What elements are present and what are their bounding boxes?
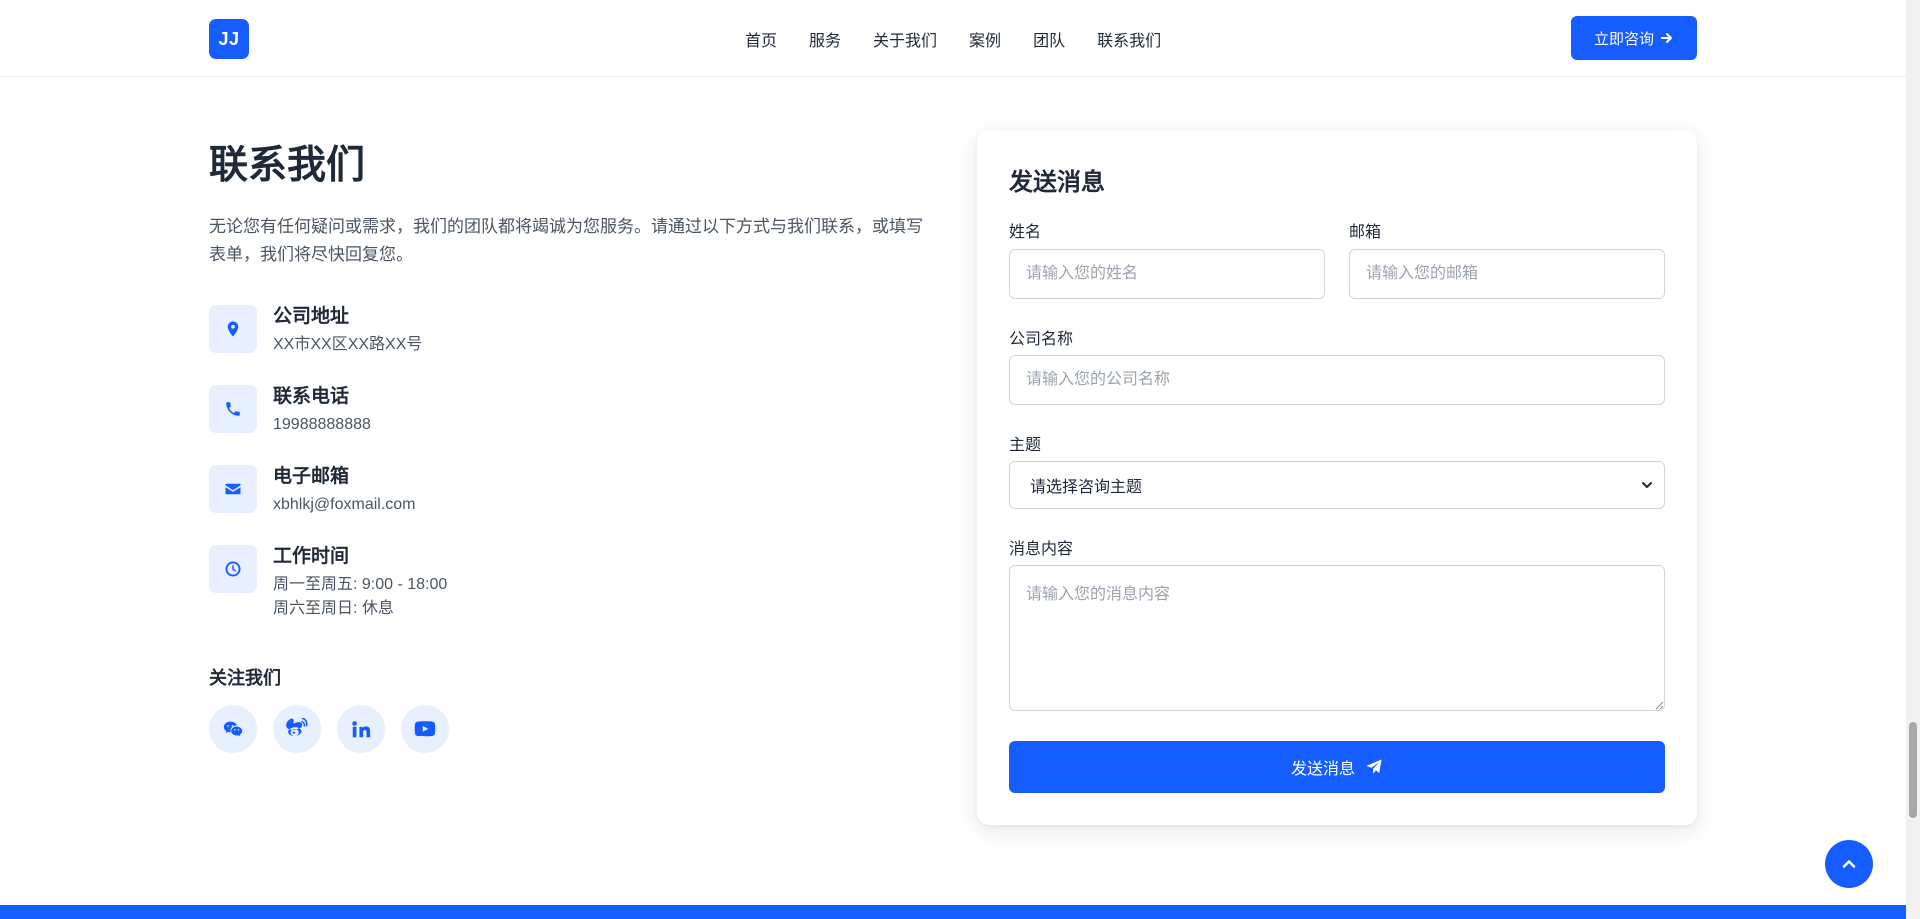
footer-edge	[0, 905, 1906, 919]
nav-item-services[interactable]: 服务	[809, 27, 841, 51]
paper-plane-icon	[1366, 759, 1382, 774]
clock-icon	[209, 545, 257, 593]
name-label: 姓名	[1009, 224, 1042, 241]
contact-title: 联系我们	[209, 144, 366, 187]
subject-label: 主题	[1009, 437, 1042, 454]
resize-grip-icon[interactable]	[1655, 701, 1664, 710]
youtube-icon[interactable]	[401, 705, 449, 753]
nav-item-about[interactable]: 关于我们	[873, 27, 937, 51]
phone-value: 19988888888	[273, 416, 371, 433]
phone-icon	[209, 385, 257, 433]
contact-description: 无论您有任何疑问或需求，我们的团队都将竭诚为您服务。请通过以下方式与我们联系，或…	[209, 217, 923, 264]
company-input[interactable]	[1009, 355, 1665, 405]
address-value: XX市XX区XX路XX号	[273, 336, 423, 353]
message-textarea[interactable]	[1009, 565, 1665, 711]
form-title: 发送消息	[1009, 169, 1105, 196]
linkedin-icon[interactable]	[337, 705, 385, 753]
email-input[interactable]	[1349, 249, 1665, 299]
company-label: 公司名称	[1009, 331, 1074, 348]
contact-form-card: 发送消息 姓名 邮箱 公司名称 主题 请选择咨询主题 消息内容 发送消息	[977, 130, 1697, 825]
send-message-label: 发送消息	[1290, 761, 1355, 778]
address-label: 公司地址	[273, 306, 350, 327]
info-email: 电子邮箱 xbhlkj@foxmail.com	[209, 465, 416, 517]
nav-item-cases[interactable]: 案例	[969, 27, 1001, 51]
consult-now-label: 立即咨询	[1593, 30, 1654, 48]
info-address: 公司地址 XX市XX区XX路XX号	[209, 305, 422, 357]
logo[interactable]: JJ	[209, 19, 249, 59]
envelope-icon	[209, 465, 257, 513]
chevron-down-icon	[1642, 482, 1652, 488]
main-nav: 首页 服务 关于我们 案例 团队 联系我们	[745, 27, 1193, 51]
info-hours: 工作时间 周一至周五: 9:00 - 18:00 周六至周日: 休息	[209, 545, 447, 621]
email-label: 电子邮箱	[273, 466, 350, 487]
scrollbar-thumb[interactable]	[1909, 722, 1917, 818]
email-field-label: 邮箱	[1349, 224, 1382, 241]
map-pin-icon	[209, 305, 257, 353]
social-links	[209, 705, 449, 753]
follow-us-title: 关注我们	[209, 668, 281, 688]
name-input[interactable]	[1009, 249, 1325, 299]
info-phone: 联系电话 19988888888	[209, 385, 371, 437]
consult-now-button[interactable]: 立即咨询	[1571, 16, 1697, 60]
message-label: 消息内容	[1009, 541, 1074, 558]
scroll-to-top-button[interactable]	[1825, 840, 1873, 888]
send-message-button[interactable]: 发送消息	[1009, 741, 1665, 793]
nav-item-contact[interactable]: 联系我们	[1097, 27, 1161, 51]
nav-item-team[interactable]: 团队	[1033, 27, 1065, 51]
hours-weekday: 周一至周五: 9:00 - 18:00	[273, 576, 448, 593]
email-value: xbhlkj@foxmail.com	[273, 496, 416, 513]
site-header: JJ 首页 服务 关于我们 案例 团队 联系我们 立即咨询	[0, 0, 1906, 77]
subject-select[interactable]: 请选择咨询主题	[1009, 461, 1665, 509]
nav-item-home[interactable]: 首页	[745, 27, 777, 51]
page-scrollbar[interactable]	[1906, 0, 1920, 919]
arrow-right-icon	[1660, 33, 1672, 43]
hours-weekend: 周六至周日: 休息	[273, 600, 394, 617]
weibo-icon[interactable]	[273, 705, 321, 753]
wechat-icon[interactable]	[209, 705, 257, 753]
subject-selected-value: 请选择咨询主题	[1030, 479, 1143, 496]
hours-label: 工作时间	[273, 546, 350, 567]
chevron-up-icon	[1842, 860, 1856, 868]
phone-label: 联系电话	[273, 386, 350, 407]
